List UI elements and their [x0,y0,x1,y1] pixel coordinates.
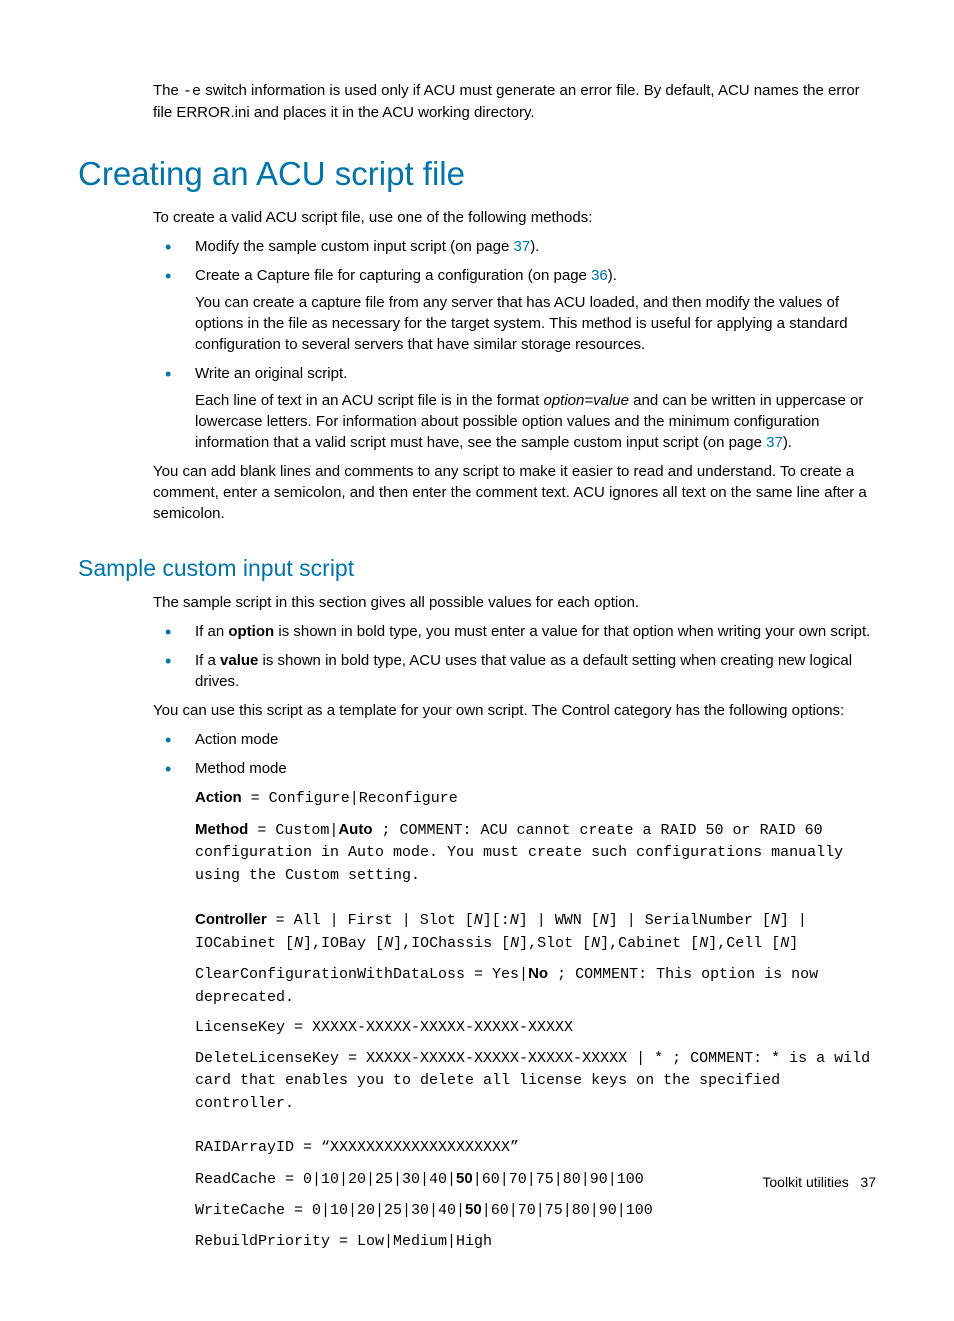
list-item: Write an original script. Each line of t… [153,363,876,453]
text: switch information is used only if ACU m… [153,82,860,121]
code-text: WriteCache = 0|10|20|25|30|40| [195,1202,465,1219]
code-method: Method = Custom|Auto ; COMMENT: ACU cann… [195,819,876,888]
heading-sample-script: Sample custom input script [78,552,876,584]
code-clear-config: ClearConfigurationWithDataLoss = Yes|No … [195,963,876,1009]
text: ). [608,267,617,284]
code-text: ],IOChassis [ [393,935,510,952]
default-value: 50 [465,1201,482,1218]
text: is shown in bold type, ACU uses that val… [195,652,852,690]
text: You can use this script as a template fo… [153,700,876,721]
list-item: If a value is shown in bold type, ACU us… [153,650,876,692]
code-controller: Controller = All | First | Slot [N][:N] … [195,909,876,955]
var-n: N [591,935,600,952]
text: If a [195,652,220,669]
bold-term: option [228,623,274,640]
list-item: Method mode [153,758,876,779]
code-raid-array-id: RAIDArrayID = “XXXXXXXXXXXXXXXXXXXX” [195,1137,876,1160]
text: The [153,82,183,99]
bold-term: value [220,652,258,669]
code-text: ] | SerialNumber [ [609,912,771,929]
code-text: ClearConfigurationWithDataLoss = Yes| [195,966,528,983]
code-delete-license: DeleteLicenseKey = XXXXX-XXXXX-XXXXX-XXX… [195,1048,876,1116]
code-text: = Configure|Reconfigure [242,790,458,807]
heading-creating-acu-script: Creating an ACU script file [78,151,876,197]
keyword: Method [195,821,248,838]
text: Write an original script. [195,365,347,382]
footer-label: Toolkit utilities [762,1174,848,1190]
text: ). [530,238,539,255]
text: is shown in bold type, you must enter a … [274,623,870,640]
code-text: ] [789,935,798,952]
var-n: N [474,912,483,929]
code-action: Action = Configure|Reconfigure [195,787,876,811]
list-item: If an option is shown in bold type, you … [153,621,876,642]
format-example: option=value [544,392,630,409]
page-link-37[interactable]: 37 [514,238,531,255]
code-text: |60|70|75|80|90|100 [473,1171,644,1188]
text: To create a valid ACU script file, use o… [153,207,876,228]
var-n: N [699,935,708,952]
code-license-key: LicenseKey = XXXXX-XXXXX-XXXXX-XXXXX-XXX… [195,1017,876,1040]
code-write-cache: WriteCache = 0|10|20|25|30|40|50|60|70|7… [195,1199,876,1223]
var-n: N [771,912,780,929]
code-rebuild-priority: RebuildPriority = Low|Medium|High [195,1231,876,1254]
var-n: N [384,935,393,952]
page-link-37[interactable]: 37 [766,434,783,451]
page-link-36[interactable]: 36 [591,267,608,284]
section-sample: The sample script in this section gives … [153,592,876,1253]
keyword: Action [195,789,242,806]
text: You can add blank lines and comments to … [153,461,876,524]
default-value: No [528,965,548,982]
text: Each line of text in an ACU script file … [195,392,544,409]
var-n: N [600,912,609,929]
switch-code: -e [183,83,201,100]
var-n: N [510,912,519,929]
section-methods: To create a valid ACU script file, use o… [153,207,876,524]
default-value: 50 [456,1170,473,1187]
rules-list: If an option is shown in bold type, you … [153,621,876,692]
code-text: = All | First | Slot [ [267,912,474,929]
list-item: Modify the sample custom input script (o… [153,236,876,257]
text: The sample script in this section gives … [153,592,876,613]
code-text: ] | WWN [ [519,912,600,929]
code-text: ReadCache = 0|10|20|25|30|40| [195,1171,456,1188]
text: Modify the sample custom input script (o… [195,238,514,255]
code-text: ],Slot [ [519,935,591,952]
var-n: N [780,935,789,952]
page-footer: Toolkit utilities 37 [762,1173,876,1193]
var-n: N [294,935,303,952]
text: If an [195,623,228,640]
page-content: The -e switch information is used only i… [0,0,954,1321]
text: Create a Capture file for capturing a co… [195,267,591,284]
page-number: 37 [860,1174,876,1190]
list-item: Create a Capture file for capturing a co… [153,265,876,355]
intro-paragraph: The -e switch information is used only i… [153,80,876,123]
text: ). [783,434,792,451]
keyword: Controller [195,911,267,928]
modes-list: Action mode Method mode [153,729,876,779]
text: Each line of text in an ACU script file … [195,390,876,453]
default-value: Auto [338,821,372,838]
var-n: N [510,935,519,952]
code-text: |60|70|75|80|90|100 [482,1202,653,1219]
code-text: ],Cabinet [ [600,935,699,952]
list-item: Action mode [153,729,876,750]
code-text: ],IOBay [ [303,935,384,952]
code-text: ],Cell [ [708,935,780,952]
methods-list: Modify the sample custom input script (o… [153,236,876,453]
text: You can create a capture file from any s… [195,292,876,355]
code-text: ][: [483,912,510,929]
code-text: = Custom| [248,822,338,839]
